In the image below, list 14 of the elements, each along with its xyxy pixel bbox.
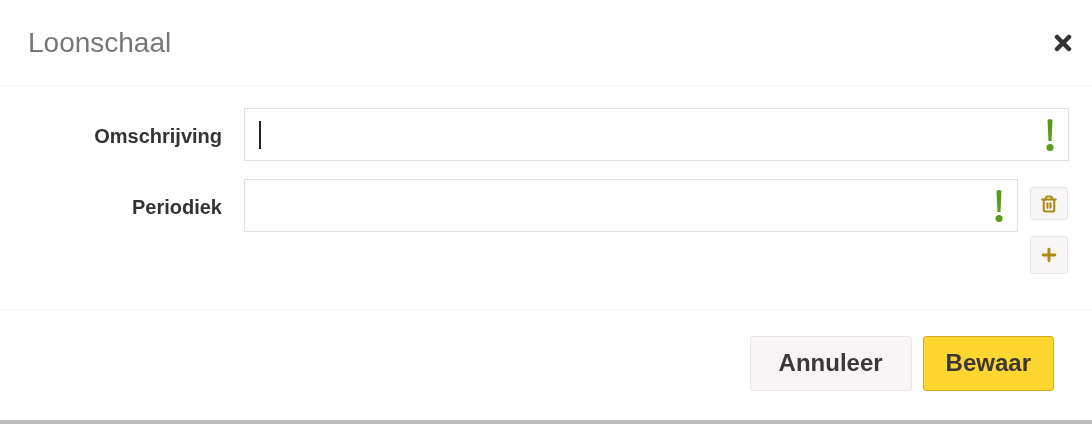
input-field[interactable]	[244, 179, 1018, 232]
trash-icon	[1040, 194, 1058, 213]
input-field[interactable]	[244, 108, 1069, 161]
required-icon	[995, 188, 1003, 223]
cancel-button[interactable]: Annuleer	[749, 335, 912, 391]
close-icon	[1054, 33, 1072, 52]
plus-icon	[1039, 245, 1059, 265]
add-button[interactable]	[1030, 236, 1068, 274]
required-icon	[1046, 117, 1054, 152]
field-label: Omschrijving	[93, 124, 222, 149]
delete-button[interactable]	[1030, 187, 1068, 220]
field-label: Periodiek	[130, 195, 222, 220]
save-button[interactable]: Bewaar	[922, 335, 1054, 391]
dialog-title: Loonschaal	[28, 25, 172, 60]
